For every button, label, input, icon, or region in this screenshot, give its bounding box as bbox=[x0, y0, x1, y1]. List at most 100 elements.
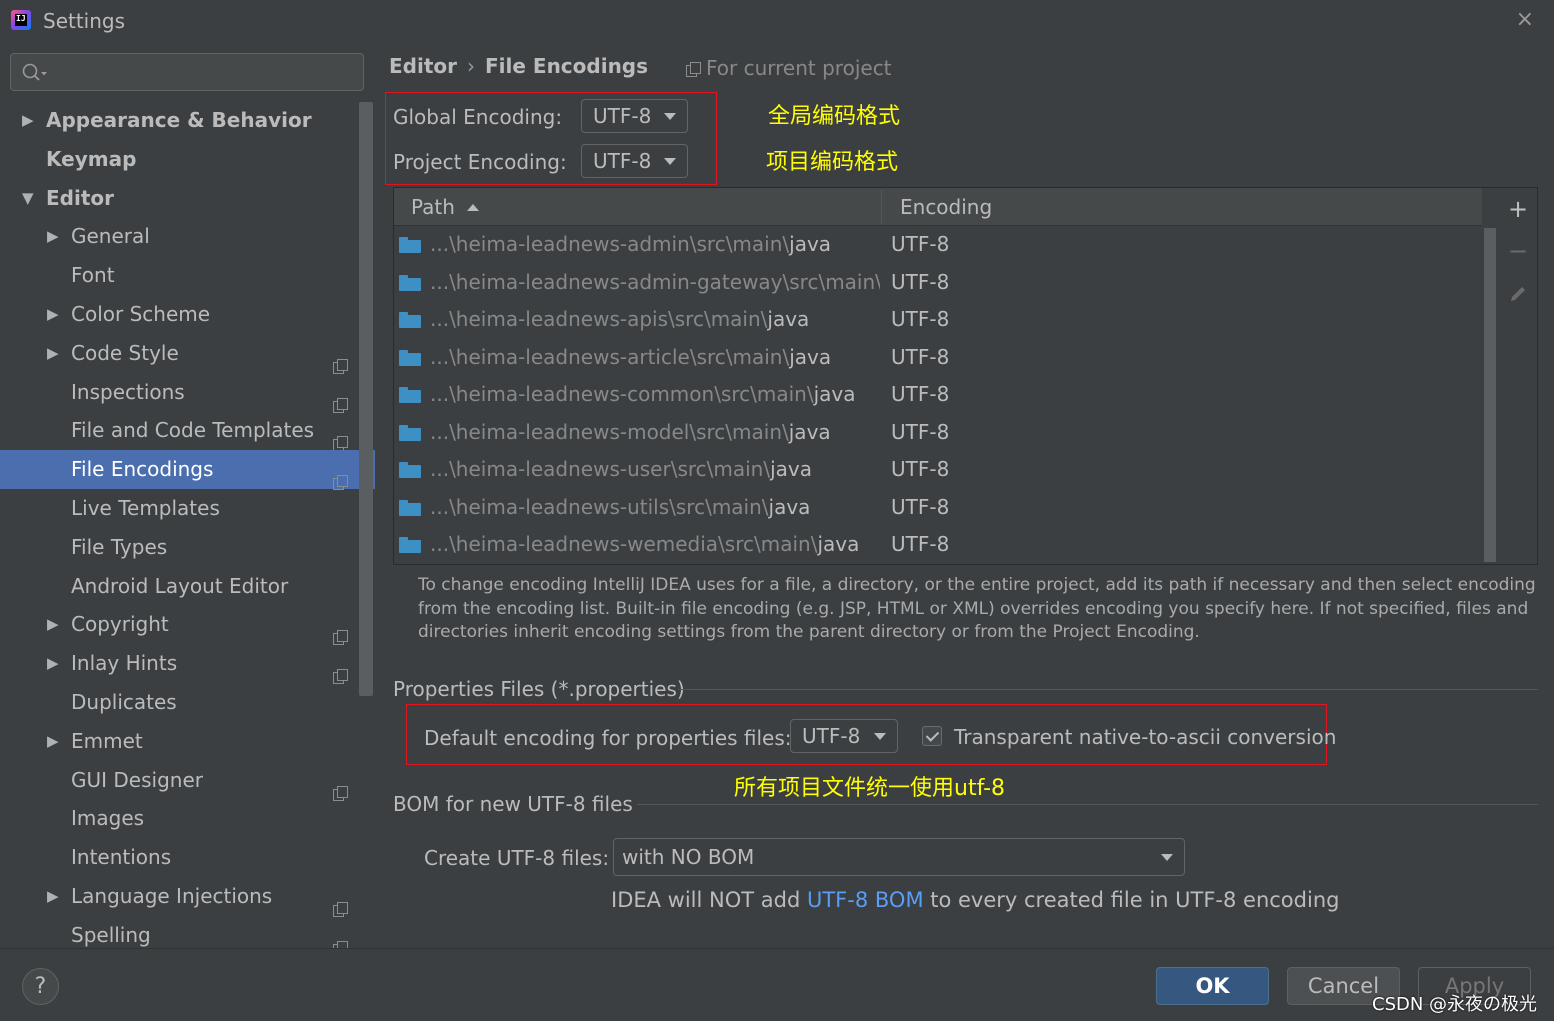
search-input[interactable] bbox=[10, 53, 364, 91]
encoding-cell[interactable]: UTF-8 bbox=[891, 376, 949, 414]
bom-info-text: IDEA will NOT add UTF-8 BOM to every cre… bbox=[611, 888, 1339, 912]
create-utf8-files-value: with NO BOM bbox=[622, 845, 755, 869]
sidebar-item-font[interactable]: Font bbox=[0, 256, 360, 295]
encoding-cell[interactable]: UTF-8 bbox=[891, 226, 949, 264]
sidebar-item-color-scheme[interactable]: ▶ Color Scheme bbox=[0, 295, 360, 334]
table-row[interactable]: ...\heima-leadnews-utils\src\main\java UT… bbox=[394, 489, 1482, 527]
global-encoding-select[interactable]: UTF-8 bbox=[581, 99, 688, 133]
chevron-down-icon bbox=[1161, 854, 1173, 861]
chevron-down-icon bbox=[664, 158, 676, 165]
sidebar-item-inspections[interactable]: Inspections bbox=[0, 373, 360, 413]
section-divider bbox=[678, 689, 1538, 690]
chevron-right-icon[interactable]: ▶ bbox=[47, 295, 59, 334]
sidebar-item-general[interactable]: ▶ General bbox=[0, 217, 360, 256]
close-icon[interactable]: × bbox=[1516, 7, 1534, 32]
sidebar-item-language-injections[interactable]: ▶ Language Injections bbox=[0, 877, 360, 917]
sidebar-item-keymap[interactable]: Keymap bbox=[0, 140, 360, 179]
table-toolbar: + − bbox=[1498, 188, 1538, 564]
chevron-right-icon[interactable]: ▶ bbox=[47, 217, 59, 256]
folder-icon bbox=[399, 237, 421, 253]
table-row[interactable]: ...\heima-leadnews-article\src\main\java… bbox=[394, 339, 1482, 377]
add-icon[interactable]: + bbox=[1507, 197, 1529, 221]
table-row[interactable]: ...\heima-leadnews-admin\src\main\java UT… bbox=[394, 226, 1482, 264]
transparent-conversion-checkbox[interactable] bbox=[922, 726, 942, 746]
path-cell: ...\heima-leadnews-article\src\main\java bbox=[430, 339, 880, 377]
encoding-cell[interactable]: UTF-8 bbox=[891, 264, 949, 302]
sidebar-scrollbar[interactable] bbox=[359, 102, 373, 696]
sidebar-item-copyright[interactable]: ▶ Copyright bbox=[0, 605, 360, 646]
ok-button[interactable]: OK bbox=[1156, 967, 1269, 1005]
column-header-path[interactable]: Path bbox=[411, 188, 479, 226]
sidebar-item-file-and-code-templates[interactable]: File and Code Templates bbox=[0, 411, 360, 452]
encoding-cell[interactable]: UTF-8 bbox=[891, 339, 949, 377]
sidebar-item-label: Emmet bbox=[71, 728, 143, 753]
chevron-right-icon[interactable]: ▶ bbox=[47, 605, 59, 644]
path-cell: ...\heima-leadnews-wemedia\src\main\java bbox=[430, 526, 880, 564]
table-row[interactable]: ...\heima-leadnews-model\src\main\java UT… bbox=[394, 414, 1482, 452]
sidebar-item-label: GUI Designer bbox=[71, 767, 203, 792]
encoding-cell[interactable]: UTF-8 bbox=[891, 526, 949, 564]
sidebar-item-emmet[interactable]: ▶ Emmet bbox=[0, 722, 360, 761]
folder-icon bbox=[399, 537, 421, 553]
sort-ascending-icon bbox=[466, 204, 479, 211]
folder-icon bbox=[399, 312, 421, 328]
window-title: Settings bbox=[43, 9, 126, 33]
watermark: CSDN @永夜の极光 bbox=[1372, 994, 1538, 1015]
table-header: Path Encoding bbox=[394, 188, 1482, 226]
chevron-right-icon[interactable]: ▶ bbox=[47, 722, 59, 761]
column-divider[interactable] bbox=[881, 190, 882, 224]
sidebar-item-duplicates[interactable]: Duplicates bbox=[0, 683, 360, 722]
global-encoding-label: Global Encoding: bbox=[393, 105, 563, 129]
encoding-cell[interactable]: UTF-8 bbox=[891, 414, 949, 452]
chevron-down-icon bbox=[664, 113, 676, 120]
sidebar-item-appearance-behavior[interactable]: ▶ Appearance & Behavior bbox=[0, 101, 360, 140]
project-scope-icon bbox=[333, 424, 348, 452]
chevron-right-icon[interactable]: ▶ bbox=[22, 101, 34, 140]
sidebar-item-file-encodings[interactable]: File Encodings bbox=[0, 450, 375, 491]
folder-icon-shape bbox=[399, 274, 421, 291]
table-row[interactable]: ...\heima-leadnews-apis\src\main\java UTF… bbox=[394, 301, 1482, 339]
properties-encoding-select[interactable]: UTF-8 bbox=[790, 719, 898, 753]
table-row[interactable]: ...\heima-leadnews-wemedia\src\main\java… bbox=[394, 526, 1482, 564]
sidebar-item-live-templates[interactable]: Live Templates bbox=[0, 489, 360, 528]
sidebar-item-intentions[interactable]: Intentions bbox=[0, 838, 360, 877]
project-encoding-select[interactable]: UTF-8 bbox=[581, 144, 688, 178]
column-header-encoding[interactable]: Encoding bbox=[900, 188, 992, 226]
breadcrumb-parent[interactable]: Editor bbox=[389, 54, 457, 78]
encoding-description: To change encoding IntelliJ IDEA uses fo… bbox=[418, 575, 1536, 642]
table-row[interactable]: ...\heima-leadnews-common\src\main\java U… bbox=[394, 376, 1482, 414]
sidebar-item-inlay-hints[interactable]: ▶ Inlay Hints bbox=[0, 644, 360, 685]
sidebar-item-file-types[interactable]: File Types bbox=[0, 528, 360, 567]
create-utf8-files-select[interactable]: with NO BOM bbox=[613, 838, 1185, 876]
sidebar-item-label: Appearance & Behavior bbox=[46, 108, 312, 132]
sidebar-item-label: Inspections bbox=[71, 379, 185, 404]
encoding-cell[interactable]: UTF-8 bbox=[891, 301, 949, 339]
sidebar-item-images[interactable]: Images bbox=[0, 799, 360, 838]
sidebar-item-editor[interactable]: ▼ Editor bbox=[0, 179, 360, 218]
table-scrollbar[interactable] bbox=[1484, 228, 1496, 562]
transparent-conversion-label[interactable]: Transparent native-to-ascii conversion bbox=[954, 725, 1336, 749]
sidebar-item-code-style[interactable]: ▶ Code Style bbox=[0, 334, 360, 374]
path-tail: java bbox=[788, 419, 831, 444]
chevron-right-icon[interactable]: ▶ bbox=[47, 644, 59, 683]
help-button[interactable]: ? bbox=[22, 968, 59, 1005]
chevron-right-icon[interactable]: ▶ bbox=[47, 877, 59, 916]
utf8-bom-link[interactable]: UTF-8 BOM bbox=[807, 888, 924, 912]
encoding-cell[interactable]: UTF-8 bbox=[891, 451, 949, 489]
path-prefix: ...\heima-leadnews-utils\src\main\ bbox=[430, 494, 769, 519]
folder-icon bbox=[399, 387, 421, 403]
edit-icon[interactable] bbox=[1507, 283, 1529, 305]
path-cell: ...\heima-leadnews-admin-gateway\src\mai… bbox=[430, 264, 880, 302]
table-row[interactable]: ...\heima-leadnews-user\src\main\java UTF… bbox=[394, 451, 1482, 489]
path-prefix: ...\heima-leadnews-admin-gateway\src\mai… bbox=[430, 269, 880, 294]
sidebar-item-gui-designer[interactable]: GUI Designer bbox=[0, 761, 360, 801]
chevron-down-icon[interactable]: ▼ bbox=[22, 179, 34, 218]
for-current-project-note: For current project bbox=[686, 56, 892, 80]
remove-icon[interactable]: − bbox=[1507, 239, 1529, 263]
project-scope-icon bbox=[333, 929, 348, 956]
table-row[interactable]: ...\heima-leadnews-admin-gateway\src\mai… bbox=[394, 264, 1482, 302]
properties-section-title: Properties Files (*.properties) bbox=[393, 677, 685, 701]
sidebar-item-android-layout-editor[interactable]: Android Layout Editor bbox=[0, 567, 360, 606]
encoding-cell[interactable]: UTF-8 bbox=[891, 489, 949, 527]
chevron-right-icon[interactable]: ▶ bbox=[47, 334, 59, 373]
